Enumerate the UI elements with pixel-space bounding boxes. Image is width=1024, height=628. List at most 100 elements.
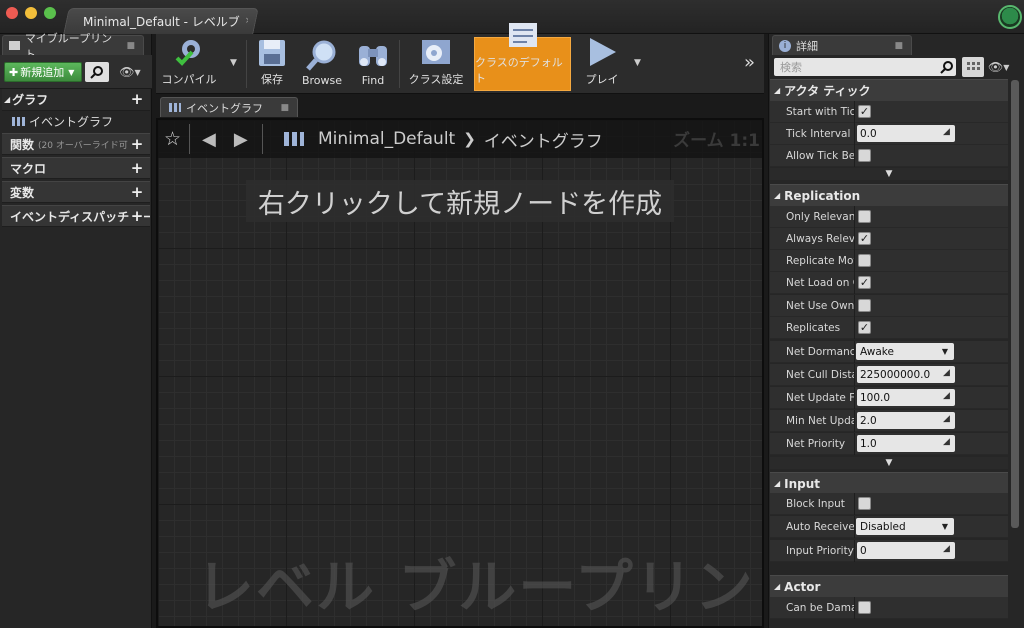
minimize-window-button[interactable]: [25, 7, 37, 19]
add-function-button[interactable]: +: [130, 137, 144, 152]
details-scrollbar[interactable]: [1011, 80, 1019, 528]
forward-arrow-icon[interactable]: ▶: [234, 129, 248, 150]
view-options-button[interactable]: 👁 ▼: [112, 62, 148, 82]
close-icon[interactable]: ■: [894, 41, 903, 51]
my-blueprint-tab[interactable]: マイブループリント ■: [2, 32, 144, 61]
graph-icon: [169, 103, 181, 112]
block-input-checkbox[interactable]: [858, 497, 871, 510]
auto-receive-input-value: Disabled: [860, 520, 906, 533]
can-be-damaged-checkbox[interactable]: [858, 601, 871, 614]
property-matrix-button[interactable]: [962, 57, 984, 77]
graph-icon: [12, 116, 25, 126]
details-search-input[interactable]: 検索: [774, 58, 956, 76]
breadcrumb: Minimal_Default ❯ イベントグラフ: [284, 126, 603, 152]
net-update-frequency-input[interactable]: 100.0 ◢: [857, 389, 955, 406]
category-functions[interactable]: 関数 (20 オーバーライド可 +: [2, 133, 150, 155]
prop-label: Net Load on C: [786, 277, 854, 289]
only-relevant-checkbox[interactable]: [858, 210, 871, 223]
net-dormancy-dropdown[interactable]: Awake ▼: [856, 343, 954, 360]
replicate-movement-checkbox[interactable]: [858, 254, 871, 267]
section-actor[interactable]: ◢ Actor: [770, 575, 1008, 597]
breadcrumb-current[interactable]: イベントグラフ: [484, 127, 603, 152]
replicates-checkbox[interactable]: ✓: [858, 321, 871, 334]
header-separator: [261, 124, 263, 154]
close-icon[interactable]: ■: [280, 103, 289, 113]
prop-allow-tick-before: Allow Tick Bef: [770, 145, 1008, 167]
add-graph-button[interactable]: +: [130, 92, 144, 107]
input-priority-input[interactable]: 0 ◢: [857, 542, 955, 559]
search-button[interactable]: [938, 58, 956, 76]
category-macros[interactable]: マクロ +: [2, 157, 150, 179]
drag-handle-icon[interactable]: ◢: [943, 369, 952, 378]
section-replication[interactable]: ◢ Replication: [770, 184, 1008, 206]
category-variables[interactable]: 変数 +: [2, 181, 150, 203]
drag-handle-icon[interactable]: ◢: [943, 545, 952, 554]
prop-net-use-owner: Net Use Owne: [770, 295, 1008, 317]
drag-handle-icon[interactable]: ◢: [943, 438, 952, 447]
close-icon[interactable]: ×: [245, 16, 248, 26]
add-new-button[interactable]: ✚ 新規追加 ▼: [4, 62, 82, 82]
search-button[interactable]: [85, 62, 109, 82]
unreal-engine-logo-icon: [998, 5, 1022, 29]
net-cull-distance-input[interactable]: 225000000.0 ◢: [857, 366, 955, 383]
find-button[interactable]: Find: [350, 37, 396, 91]
toolbar-overflow-icon[interactable]: »: [744, 52, 755, 73]
category-functions-label: 関数: [10, 137, 35, 152]
net-priority-input[interactable]: 1.0 ◢: [857, 435, 955, 452]
tick-interval-input[interactable]: 0.0 ◢: [857, 125, 955, 142]
browse-button[interactable]: Browse: [296, 37, 348, 91]
drag-handle-icon[interactable]: ◢: [943, 392, 952, 401]
document-tab-content[interactable]: Minimal_Default - レベルブ ×: [78, 11, 248, 31]
play-icon: [584, 36, 620, 68]
net-use-owner-checkbox[interactable]: [858, 299, 871, 312]
start-with-tick-checkbox[interactable]: ✓: [858, 105, 871, 118]
details-view-options-button[interactable]: 👁 ▼: [988, 58, 1022, 76]
section-actor-tick[interactable]: ◢ アクタ ティック: [770, 79, 1008, 101]
class-settings-button[interactable]: クラス設定: [402, 37, 470, 91]
category-event-dispatchers-label: イベントディスパッチャー: [10, 209, 150, 224]
prop-label: Tick Interval (: [786, 128, 854, 140]
details-tab[interactable]: i 詳細 ■: [772, 35, 912, 55]
collapse-arrow-icon: ◢: [774, 191, 781, 200]
drag-handle-icon[interactable]: ◢: [943, 415, 952, 424]
compile-button[interactable]: コンパイル: [160, 37, 218, 91]
add-macro-button[interactable]: +: [130, 161, 144, 176]
section-input[interactable]: ◢ Input: [770, 472, 1008, 494]
breadcrumb-root[interactable]: Minimal_Default: [318, 129, 455, 149]
graph-watermark: レベル ブループリント: [196, 553, 815, 621]
event-graph-item[interactable]: イベントグラフ: [2, 111, 150, 131]
class-defaults-button[interactable]: クラスのデフォルト: [474, 23, 571, 91]
collapse-arrow-icon: ◢: [774, 479, 781, 488]
favorite-star-icon[interactable]: ☆: [164, 128, 181, 150]
save-button[interactable]: 保存: [250, 37, 294, 91]
prop-label: Block Input: [786, 498, 845, 510]
min-net-update-input[interactable]: 2.0 ◢: [857, 412, 955, 429]
show-advanced-button[interactable]: ▼: [770, 168, 1008, 180]
prop-label: Auto Receive I: [786, 521, 854, 533]
play-options-dropdown[interactable]: ▼: [634, 58, 641, 68]
show-advanced-button[interactable]: ▼: [770, 457, 1008, 469]
category-graphs[interactable]: ◢ グラフ +: [2, 89, 150, 111]
back-arrow-icon[interactable]: ◀: [202, 129, 216, 150]
close-icon[interactable]: ■: [126, 41, 135, 51]
event-graph-tab[interactable]: イベントグラフ ■: [160, 97, 298, 117]
prop-label: Start with Tick: [786, 106, 854, 118]
zoom-window-button[interactable]: [44, 7, 56, 19]
close-window-button[interactable]: [6, 7, 18, 19]
add-event-dispatcher-button[interactable]: +: [130, 209, 144, 224]
prop-label: Net Cull Distar: [786, 369, 854, 381]
play-button[interactable]: プレイ: [578, 37, 626, 91]
add-new-label: 新規追加: [20, 66, 65, 79]
toolbar-separator: [399, 40, 400, 88]
drag-handle-icon[interactable]: ◢: [943, 128, 952, 137]
compile-options-dropdown[interactable]: ▼: [230, 58, 237, 68]
net-priority-value: 1.0: [860, 437, 877, 450]
compile-label: コンパイル: [161, 73, 217, 86]
prop-replicate-movement: Replicate Mov: [770, 250, 1008, 272]
net-load-on-client-checkbox[interactable]: ✓: [858, 276, 871, 289]
always-relevant-checkbox[interactable]: ✓: [858, 232, 871, 245]
allow-tick-before-checkbox[interactable]: [858, 149, 871, 162]
add-variable-button[interactable]: +: [130, 185, 144, 200]
auto-receive-input-dropdown[interactable]: Disabled ▼: [856, 518, 954, 535]
category-event-dispatchers[interactable]: イベントディスパッチャー +: [2, 205, 150, 227]
